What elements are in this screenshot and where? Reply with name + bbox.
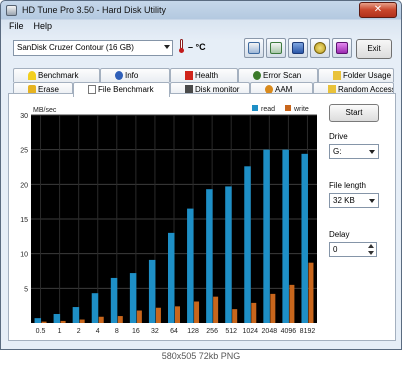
file-length-select[interactable]: 32 KB xyxy=(329,193,379,208)
tab-label: Info xyxy=(125,71,139,80)
tab-label: Benchmark xyxy=(38,71,79,80)
delay-label: Delay xyxy=(329,230,350,239)
options-button[interactable] xyxy=(310,38,330,58)
chevron-down-icon xyxy=(369,150,375,154)
exit-button[interactable]: Exit xyxy=(356,39,392,59)
download-icon xyxy=(336,42,348,54)
benchmark-icon xyxy=(28,71,36,80)
menu-file[interactable]: File xyxy=(9,21,24,35)
file-benchmark-icon xyxy=(88,85,96,94)
window-title: HD Tune Pro 3.50 - Hard Disk Utility xyxy=(22,5,167,15)
delay-stepper[interactable]: 0 xyxy=(329,242,377,257)
file-length-value: 32 KB xyxy=(333,196,355,205)
temperature-readout: – °C xyxy=(188,42,206,52)
copy-icon xyxy=(248,42,260,54)
close-icon: ✕ xyxy=(373,4,383,15)
tab-file-benchmark[interactable]: File Benchmark xyxy=(73,82,170,97)
drive-select-value: SanDisk Cruzer Contour (16 GB) xyxy=(17,43,134,52)
tab-folder-usage[interactable]: Folder Usage xyxy=(318,68,394,82)
drive-letter-value: G: xyxy=(333,147,342,156)
save-button[interactable] xyxy=(288,38,308,58)
tab-health[interactable]: Health xyxy=(170,68,238,82)
chevron-down-icon xyxy=(164,45,170,49)
image-caption: 580x505 72kb PNG xyxy=(0,350,402,365)
close-button[interactable]: ✕ xyxy=(359,2,397,18)
title-bar[interactable]: HD Tune Pro 3.50 - Hard Disk Utility ✕ xyxy=(1,1,401,20)
folder-usage-icon xyxy=(333,71,341,80)
gear-icon xyxy=(314,42,326,54)
chevron-up-icon[interactable] xyxy=(367,243,375,249)
chevron-down-icon[interactable] xyxy=(367,250,375,256)
tab-info[interactable]: Info xyxy=(100,68,170,82)
tab-error-scan[interactable]: Error Scan xyxy=(238,68,318,82)
drive-label: Drive xyxy=(329,132,348,141)
tab-label: Health xyxy=(195,71,219,80)
delay-value: 0 xyxy=(333,245,338,254)
copy-info-button[interactable] xyxy=(244,38,264,58)
start-button[interactable]: Start xyxy=(329,104,379,122)
file-length-label: File length xyxy=(329,181,366,190)
thermometer-icon xyxy=(179,39,184,53)
tab-label: File Benchmark xyxy=(98,85,154,94)
menu-bar: File Help xyxy=(5,21,52,35)
health-icon xyxy=(185,71,193,80)
tab-label: Folder Usage xyxy=(343,71,392,80)
drive-letter-select[interactable]: G: xyxy=(329,144,379,159)
info-icon xyxy=(115,71,123,80)
download-button[interactable] xyxy=(332,38,352,58)
tab-label: Error Scan xyxy=(263,71,302,80)
toolbar: SanDisk Cruzer Contour (16 GB) – °C Exit xyxy=(5,35,397,61)
chevron-down-icon xyxy=(369,199,375,203)
copy-screenshot-button[interactable] xyxy=(266,38,286,58)
tab-benchmark[interactable]: Benchmark xyxy=(13,68,100,82)
menu-help[interactable]: Help xyxy=(34,21,53,35)
file-benchmark-panel xyxy=(8,93,396,341)
error-scan-icon xyxy=(253,71,261,80)
screenshot-icon xyxy=(270,42,282,54)
floppy-disk-icon xyxy=(292,42,304,54)
hd-tune-app-icon xyxy=(6,5,17,16)
drive-select[interactable]: SanDisk Cruzer Contour (16 GB) xyxy=(13,40,173,56)
